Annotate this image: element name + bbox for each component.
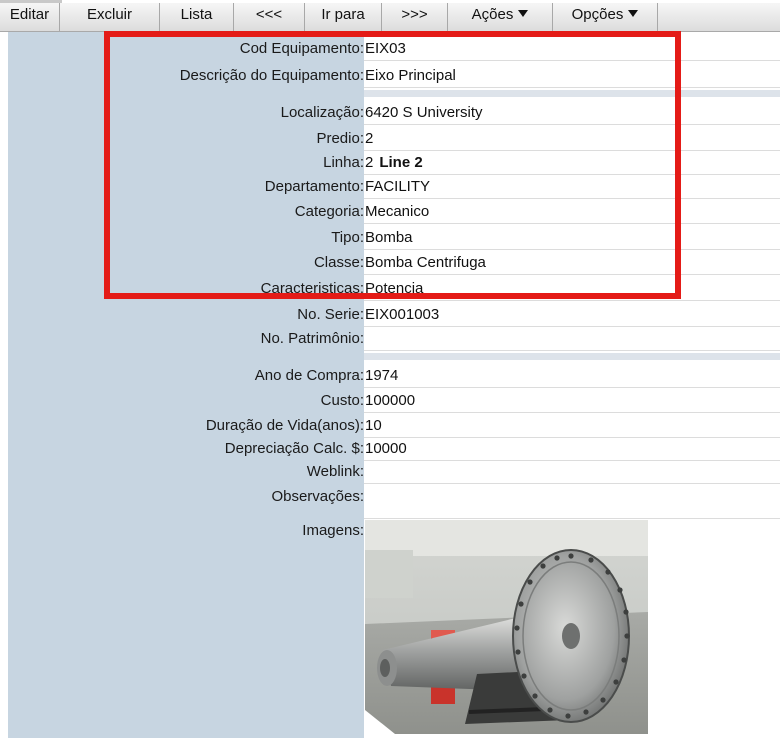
previous-record-button[interactable]: <<< — [234, 3, 305, 31]
field-value: 2 Line 2 — [364, 151, 780, 175]
field-row-ano-compra: Ano de Compra: 1974 — [8, 364, 780, 388]
field-row-depreciacao: Depreciação Calc. $: 10000 — [8, 437, 780, 461]
field-label: Categoria: — [294, 203, 364, 220]
field-value: EIX001003 — [364, 303, 780, 327]
field-value: Potencia — [364, 277, 780, 301]
actions-menu-button[interactable]: Ações — [448, 3, 553, 31]
field-label: No. Patrimônio: — [260, 330, 364, 347]
field-label: Departamento: — [264, 178, 364, 195]
field-row-descricao: Descrição do Equipamento: Eixo Principal — [8, 64, 780, 88]
field-label: Depreciação Calc. $: — [224, 440, 364, 457]
field-label: Classe: — [313, 254, 364, 271]
chevron-down-icon — [518, 10, 529, 17]
field-row-linha: Linha: 2 Line 2 — [8, 151, 780, 175]
field-value: 6420 S University — [364, 101, 780, 125]
field-row-no-patrimonio: No. Patrimônio: — [8, 327, 780, 351]
field-value: 100000 — [364, 389, 780, 413]
record-toolbar: Editar Excluir Lista <<< Ir para >>> Açõ… — [0, 3, 780, 32]
field-value: 1974 — [364, 364, 780, 388]
field-label: Custo: — [320, 392, 364, 409]
field-row-tipo: Tipo: Bomba — [8, 226, 780, 250]
field-row-weblink: Weblink: — [8, 460, 780, 484]
equipment-photo-drawing — [365, 520, 648, 734]
field-label: Ano de Compra: — [254, 367, 364, 384]
linha-code: 2 — [365, 154, 374, 171]
field-value: FACILITY — [364, 175, 780, 199]
field-row-observacoes: Observações: — [8, 485, 780, 519]
field-row-no-serie: No. Serie: EIX001003 — [8, 303, 780, 327]
options-menu-button[interactable]: Opções — [553, 3, 658, 31]
field-label: Cod Equipamento: — [239, 40, 364, 57]
field-value: Bomba Centrifuga — [364, 251, 780, 275]
equipment-photo[interactable] — [365, 520, 648, 734]
field-value: 10 — [364, 414, 780, 438]
goto-button[interactable]: Ir para — [305, 3, 382, 31]
delete-button[interactable]: Excluir — [60, 3, 160, 31]
options-menu-label: Opções — [571, 6, 624, 23]
field-label: Caracteristicas: — [260, 280, 364, 297]
field-row-departamento: Departamento: FACILITY — [8, 175, 780, 199]
field-row-classe: Classe: Bomba Centrifuga — [8, 251, 780, 275]
field-label: Imagens: — [302, 522, 364, 539]
field-label: Descrição do Equipamento: — [179, 67, 364, 84]
field-label: Localização: — [280, 104, 364, 121]
field-row-cod-equipamento: Cod Equipamento: EIX03 — [8, 37, 780, 61]
field-label: Predio: — [316, 130, 364, 147]
field-value: Mecanico — [364, 200, 780, 224]
field-row-localizacao: Localização: 6420 S University — [8, 101, 780, 125]
field-value: 2 — [364, 127, 780, 151]
field-label: Observações: — [271, 488, 364, 505]
field-row-categoria: Categoria: Mecanico — [8, 200, 780, 224]
field-value: 10000 — [364, 437, 780, 461]
field-label: Duração de Vida(anos): — [205, 417, 364, 434]
field-row-predio: Predio: 2 — [8, 127, 780, 151]
field-label: Weblink: — [306, 463, 364, 480]
section-divider — [364, 353, 780, 360]
chevron-down-icon — [628, 10, 639, 17]
linha-name: Line 2 — [379, 154, 423, 171]
field-row-caracteristicas: Caracteristicas: Potencia — [8, 277, 780, 301]
field-label: No. Serie: — [297, 306, 364, 323]
field-row-duracao-vida: Duração de Vida(anos): 10 — [8, 414, 780, 438]
field-row-custo: Custo: 100000 — [8, 389, 780, 413]
field-value: EIX03 — [364, 37, 780, 61]
field-value — [364, 485, 780, 519]
actions-menu-label: Ações — [471, 6, 514, 23]
section-divider — [364, 90, 780, 97]
list-button[interactable]: Lista — [160, 3, 234, 31]
field-value: Eixo Principal — [364, 64, 780, 88]
edit-button[interactable]: Editar — [0, 3, 60, 31]
field-label: Tipo: — [331, 229, 364, 246]
field-value: Bomba — [364, 226, 780, 250]
weblink-link[interactable] — [364, 460, 780, 484]
field-value — [364, 327, 780, 351]
field-label: Linha: — [323, 154, 364, 171]
next-record-button[interactable]: >>> — [382, 3, 448, 31]
